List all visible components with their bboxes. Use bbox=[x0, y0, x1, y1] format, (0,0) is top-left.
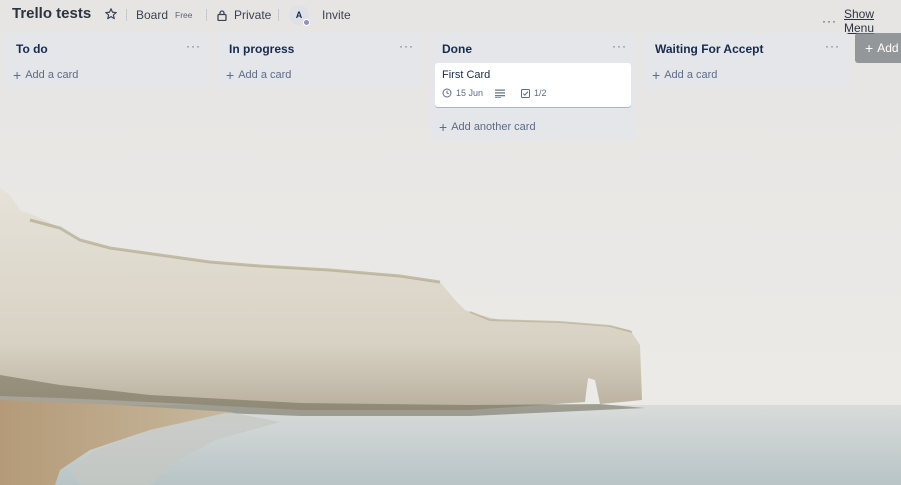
more-icon[interactable]: ··· bbox=[186, 39, 201, 53]
list-to-do: To do ··· + Add a card bbox=[4, 33, 210, 89]
more-icon[interactable]: ··· bbox=[825, 39, 840, 53]
add-list-button[interactable]: + Add bbox=[855, 33, 901, 63]
board-title[interactable]: Trello tests bbox=[12, 5, 91, 22]
description-icon bbox=[495, 89, 506, 98]
list-done: Done ··· First Card 15 Jun 1/2 + Add ano… bbox=[430, 33, 636, 141]
checklist-count: 1/2 bbox=[534, 88, 547, 98]
avatar-initial: A bbox=[295, 10, 303, 20]
plus-icon: + bbox=[439, 119, 448, 135]
plus-icon: + bbox=[652, 67, 661, 83]
avatar[interactable]: A bbox=[289, 5, 310, 26]
privacy-button[interactable]: Private bbox=[217, 8, 271, 22]
list-title[interactable]: Done bbox=[442, 42, 472, 56]
add-list-label: Add bbox=[877, 41, 899, 55]
add-card-label: Add a card bbox=[664, 69, 718, 81]
card[interactable]: First Card 15 Jun 1/2 bbox=[435, 63, 631, 107]
due-date-label: 15 Jun bbox=[456, 88, 484, 98]
checklist-icon bbox=[521, 88, 531, 98]
list-header[interactable]: Waiting For Accept ··· bbox=[643, 33, 849, 63]
add-card-label: Add another card bbox=[451, 121, 536, 133]
checklist-badge: 1/2 bbox=[521, 88, 547, 98]
plus-icon: + bbox=[226, 67, 235, 83]
plan-badge: Free bbox=[175, 10, 193, 20]
more-icon[interactable]: ··· bbox=[399, 39, 414, 53]
list-title[interactable]: Waiting For Accept bbox=[655, 42, 763, 56]
plus-icon: + bbox=[13, 67, 22, 83]
board-header: Trello tests Board Free Private A Invite… bbox=[0, 0, 901, 35]
show-menu-button[interactable]: ··· Show Menu bbox=[822, 7, 901, 35]
admin-badge-icon bbox=[303, 19, 310, 26]
list-header[interactable]: In progress ··· bbox=[217, 33, 423, 63]
card-badges: 15 Jun 1/2 bbox=[442, 88, 624, 98]
star-icon[interactable] bbox=[104, 7, 118, 21]
add-card-button[interactable]: + Add another card bbox=[430, 115, 636, 139]
header-divider bbox=[278, 9, 279, 21]
list-in-progress: In progress ··· + Add a card bbox=[217, 33, 423, 89]
invite-label: Invite bbox=[322, 8, 351, 22]
add-card-button[interactable]: + Add a card bbox=[4, 63, 210, 87]
privacy-label: Private bbox=[234, 8, 272, 22]
list-title[interactable]: To do bbox=[16, 42, 48, 56]
card-title: First Card bbox=[442, 69, 491, 81]
clock-icon bbox=[442, 88, 452, 98]
board-visibility-label: Board bbox=[136, 8, 169, 22]
invite-button[interactable]: Invite bbox=[322, 8, 351, 22]
list-title[interactable]: In progress bbox=[229, 42, 294, 56]
list-header[interactable]: Done ··· bbox=[430, 33, 636, 63]
header-divider bbox=[126, 9, 127, 21]
plus-icon: + bbox=[865, 40, 874, 56]
show-menu-label: Show Menu bbox=[844, 7, 875, 35]
add-card-button[interactable]: + Add a card bbox=[217, 63, 423, 87]
list-header[interactable]: To do ··· bbox=[4, 33, 210, 63]
list-waiting-for-accept: Waiting For Accept ··· + Add a card bbox=[643, 33, 849, 89]
add-card-button[interactable]: + Add a card bbox=[643, 63, 849, 87]
add-card-label: Add a card bbox=[238, 69, 292, 81]
more-icon[interactable]: ··· bbox=[612, 39, 627, 53]
more-icon: ··· bbox=[822, 14, 837, 28]
header-divider bbox=[206, 9, 207, 21]
add-card-label: Add a card bbox=[25, 69, 79, 81]
description-badge bbox=[495, 89, 509, 98]
lock-icon bbox=[217, 9, 227, 21]
due-date-badge[interactable]: 15 Jun bbox=[442, 88, 483, 98]
board-visibility-button[interactable]: Board Free bbox=[136, 8, 193, 22]
